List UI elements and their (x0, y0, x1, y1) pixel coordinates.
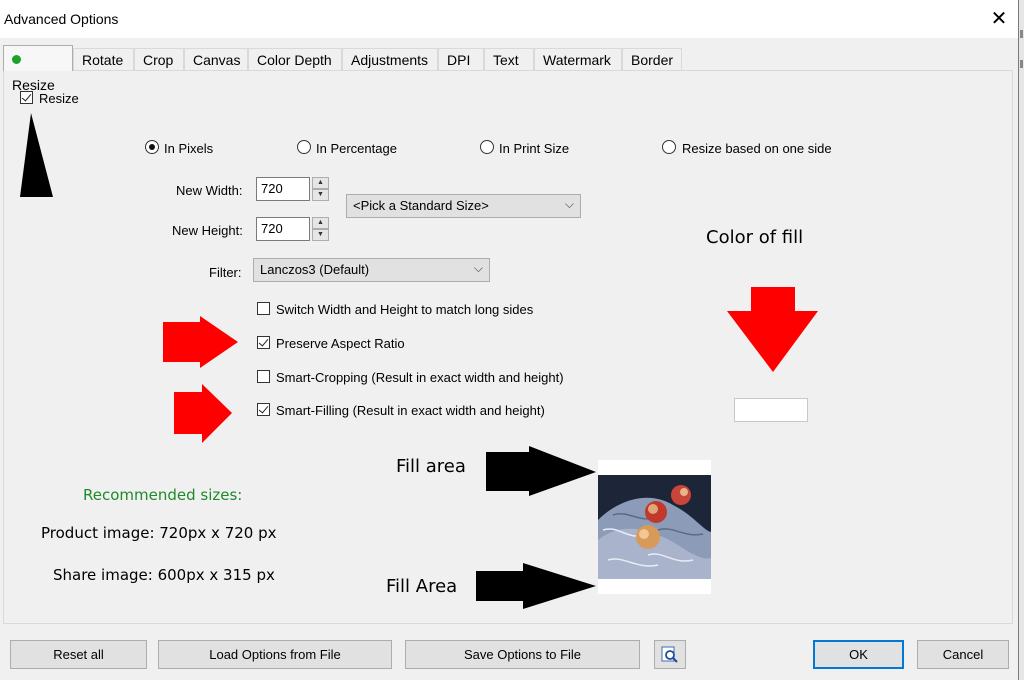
ok-button[interactable]: OK (813, 640, 904, 669)
still-life-picture (598, 460, 711, 594)
red-arrow-smart-fill (174, 384, 232, 443)
magnifier-icon (661, 646, 678, 663)
black-arrow-fill-top (486, 446, 596, 496)
active-dot-icon (12, 55, 21, 64)
advanced-options-dialog: Advanced Options ✕ Resize Rotate Crop Ca… (0, 0, 1019, 680)
black-arrow-up (10, 113, 53, 197)
save-options-button[interactable]: Save Options to File (405, 640, 640, 669)
tab-resize[interactable]: Resize (3, 45, 73, 93)
fill-preview-image (598, 460, 711, 594)
red-arrow-color-fill (727, 287, 818, 372)
black-arrow-fill-bottom (476, 563, 596, 609)
cancel-button[interactable]: Cancel (917, 640, 1009, 669)
background-window-edge (1019, 0, 1024, 680)
annotation-arrows (10, 113, 818, 609)
load-options-button[interactable]: Load Options from File (158, 640, 392, 669)
red-arrow-preserve (163, 316, 238, 368)
reset-all-button[interactable]: Reset all (10, 640, 147, 669)
preview-button[interactable] (654, 640, 686, 669)
